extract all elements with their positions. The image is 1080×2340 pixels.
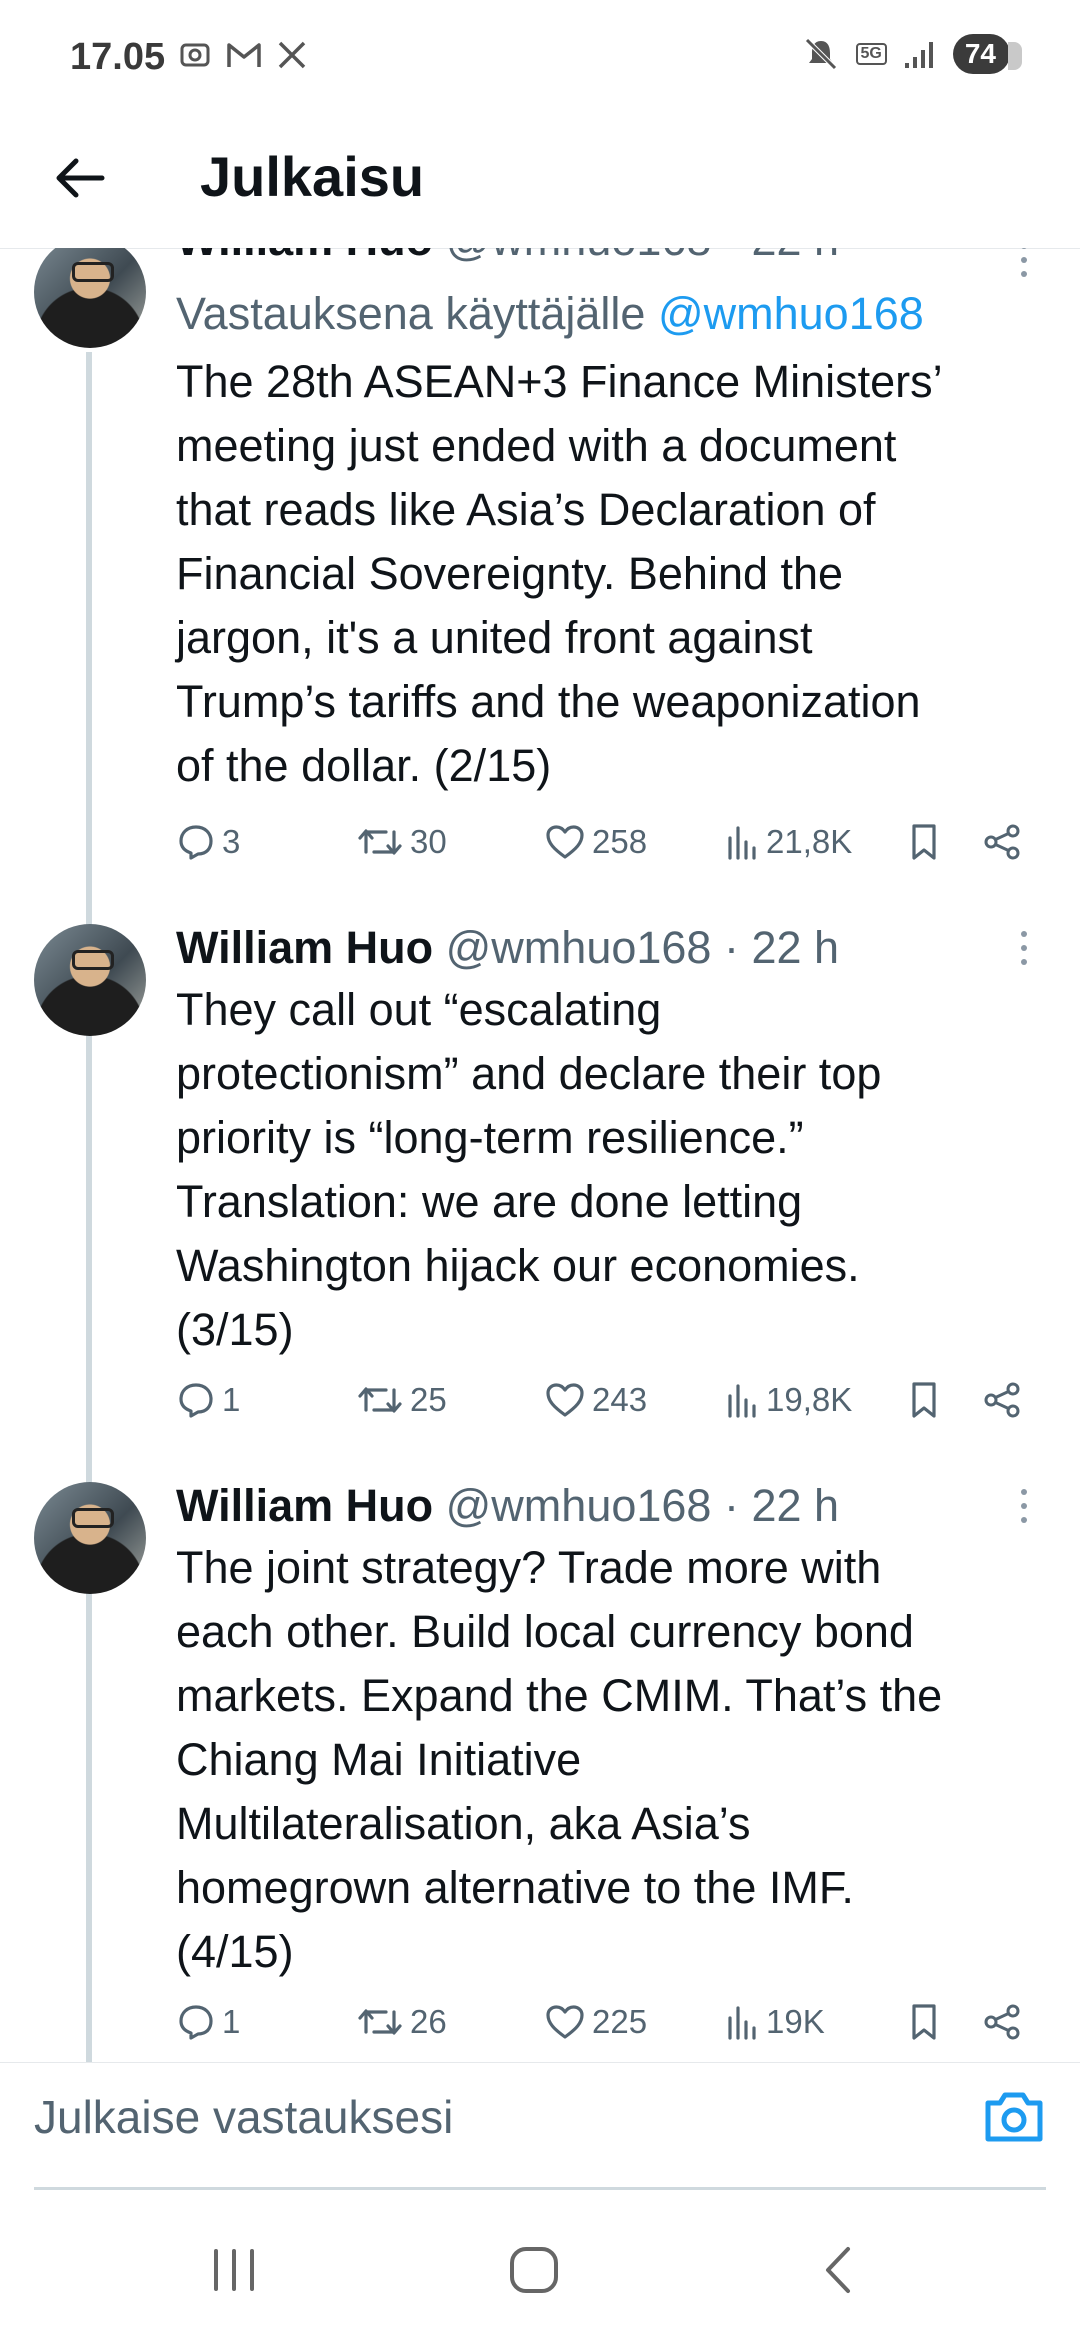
repost-button[interactable]: 30 [356, 822, 447, 862]
repost-button[interactable]: 26 [356, 2002, 447, 2042]
replying-to: Vastauksena käyttäjälle @wmhuo168 [176, 284, 924, 344]
status-bar: 17.05 5G 74 [0, 0, 1080, 120]
author-handle[interactable]: @wmhuo168 · 22 h [446, 248, 839, 265]
input-underline [34, 2187, 1046, 2190]
post-header: William Huo @wmhuo168 · 22 h [176, 1476, 839, 1536]
post-text: They call out “escalating protectionism”… [176, 984, 882, 1355]
more-options-icon[interactable] [1014, 248, 1034, 290]
reply-input[interactable]: Julkaise vastauksesi [34, 2085, 453, 2149]
view-count: 19K [766, 2003, 825, 2040]
bookmark-icon [912, 824, 936, 860]
reply-count: 1 [222, 2003, 241, 2040]
avatar[interactable] [34, 1482, 146, 1594]
bar-chart-icon [728, 2006, 756, 2040]
post-text: The joint strategy? Trade more with each… [176, 1542, 943, 1977]
avatar[interactable] [34, 248, 146, 348]
heart-icon [546, 1383, 584, 1417]
repost-count: 30 [410, 823, 447, 860]
bookmark-button[interactable] [906, 1380, 942, 1420]
speech-bubble-icon [179, 2005, 213, 2040]
thread-connector [86, 1514, 92, 2062]
speech-bubble-icon [179, 825, 213, 860]
author-name[interactable]: William Huo [176, 1480, 433, 1531]
battery-indicator: 74 [952, 34, 1023, 74]
avatar[interactable] [34, 924, 146, 1036]
page-title: Julkaisu [200, 145, 425, 208]
repost-arrows-icon [358, 829, 402, 855]
notification-icons [178, 38, 308, 72]
post-actions: 1 25 243 19,8K [176, 1380, 1036, 1430]
bar-chart-icon [728, 826, 756, 860]
back-icon[interactable] [812, 2245, 868, 2295]
more-options-icon[interactable] [1014, 918, 1034, 978]
post-header: William Huo @wmhuo168 · 22 h [176, 248, 839, 270]
bookmark-icon [912, 2004, 936, 2040]
like-button[interactable]: 243 [544, 1380, 647, 1420]
like-count: 258 [592, 823, 648, 860]
view-count: 21,8K [766, 823, 853, 860]
x-notification-icon [278, 41, 306, 69]
heart-icon [546, 2005, 584, 2039]
reply-button[interactable]: 1 [176, 1380, 240, 1420]
bookmark-icon [912, 1382, 936, 1418]
like-button[interactable]: 225 [544, 2002, 647, 2042]
like-button[interactable]: 258 [544, 822, 647, 862]
more-options-icon[interactable] [1014, 1476, 1034, 1536]
heart-icon [546, 825, 584, 859]
status-right: 5G 74 [802, 34, 1023, 74]
post-actions: 1 26 225 19K [176, 2002, 1036, 2052]
post-actions: 3 30 258 21,8K [176, 822, 1036, 872]
views-button[interactable]: 21,8K [724, 822, 852, 862]
share-button[interactable] [982, 2002, 1022, 2042]
reply-button[interactable]: 1 [176, 2002, 240, 2042]
gmail-notification-icon [227, 43, 261, 67]
system-nav-bar [0, 2200, 1080, 2340]
repost-button[interactable]: 25 [356, 1380, 447, 1420]
author-handle[interactable]: @wmhuo168 · 22 h [446, 1480, 839, 1531]
like-count: 243 [592, 1381, 648, 1418]
reply-composer: Julkaise vastauksesi [0, 2062, 1080, 2193]
share-icon [984, 2004, 1020, 2040]
post-text: The 28th ASEAN+3 Finance Ministers’ meet… [176, 356, 943, 791]
author-handle[interactable]: @wmhuo168 · 22 h [446, 922, 839, 973]
view-count: 19,8K [766, 1381, 853, 1418]
repost-count: 25 [410, 1381, 447, 1418]
reply-mention-link[interactable]: @wmhuo168 [658, 288, 924, 339]
post-header: William Huo @wmhuo168 · 22 h [176, 918, 839, 978]
repost-arrows-icon [358, 2009, 402, 2035]
speech-bubble-icon [179, 1383, 213, 1418]
repost-count: 26 [410, 2003, 447, 2040]
reply-count: 1 [222, 1381, 241, 1418]
reply-count: 3 [222, 823, 241, 860]
repost-arrows-icon [358, 1387, 402, 1413]
back-arrow-icon[interactable] [50, 148, 110, 208]
share-button[interactable] [982, 1380, 1022, 1420]
home-icon[interactable] [506, 2245, 562, 2295]
status-time: 17.05 [70, 36, 166, 78]
share-icon [984, 1382, 1020, 1418]
mute-icon [804, 38, 837, 70]
like-count: 225 [592, 2003, 648, 2040]
bar-chart-icon [728, 1384, 756, 1418]
recent-apps-icon[interactable] [206, 2245, 262, 2295]
reply-button[interactable]: 3 [176, 822, 240, 862]
views-button[interactable]: 19,8K [724, 1380, 852, 1420]
bookmark-button[interactable] [906, 822, 942, 862]
bookmark-button[interactable] [906, 2002, 942, 2042]
share-button[interactable] [982, 822, 1022, 862]
screenshot-notification-icon [180, 43, 210, 67]
reply-prefix: Vastauksena käyttäjälle [176, 288, 646, 339]
thread-connector [86, 352, 92, 926]
views-button[interactable]: 19K [724, 2002, 825, 2042]
top-app-bar: Julkaisu [0, 120, 1080, 249]
author-name[interactable]: William Huo [176, 922, 433, 973]
camera-icon[interactable] [980, 2083, 1048, 2151]
network-type-badge: 5G [855, 43, 887, 65]
share-icon [984, 824, 1020, 860]
thread-feed[interactable]: William Huo @wmhuo168 · 22 h Vastauksena… [0, 248, 1080, 2062]
signal-icon [904, 42, 933, 68]
author-name[interactable]: William Huo [176, 248, 433, 265]
